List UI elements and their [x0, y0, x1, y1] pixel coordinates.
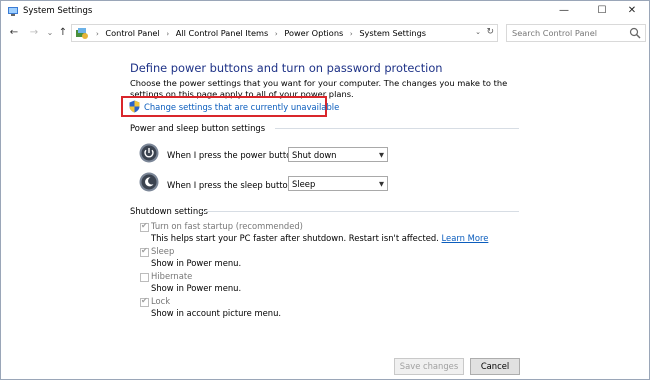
- sleep-button-label: When I press the sleep button:: [167, 180, 296, 190]
- window-title: System Settings: [23, 6, 93, 16]
- address-bar[interactable]: › Control Panel › All Control Panel Item…: [71, 24, 498, 42]
- hibernate-option-title: Hibernate: [151, 271, 193, 281]
- system-settings-window: System Settings — ☐ ✕ ← → ⌄ ↑ › Control …: [0, 0, 650, 380]
- search-placeholder: Search Control Panel: [512, 28, 598, 38]
- fast-startup-description: This helps start your PC faster after sh…: [151, 233, 488, 243]
- control-panel-app-icon: [8, 7, 18, 16]
- search-box[interactable]: Search Control Panel: [506, 24, 646, 42]
- checkmark-icon: ✔: [141, 221, 148, 230]
- save-changes-button[interactable]: Save changes: [394, 358, 464, 375]
- back-arrow-icon[interactable]: ←: [7, 25, 21, 41]
- lock-option-description: Show in account picture menu.: [151, 308, 282, 318]
- fast-startup-desc-text: This helps start your PC faster after sh…: [151, 233, 442, 243]
- sleep-button-select[interactable]: Sleep ▼: [288, 176, 388, 191]
- shutdown-section-title: Shutdown settings: [130, 206, 208, 216]
- maximize-button[interactable]: ☐: [585, 1, 619, 21]
- breadcrumb-all-items[interactable]: All Control Panel Items: [176, 28, 269, 38]
- power-button-icon: [139, 143, 159, 163]
- fast-startup-title: Turn on fast startup (recommended): [151, 221, 303, 231]
- address-dropdown-chevron-icon[interactable]: ⌄: [475, 28, 481, 36]
- breadcrumb-separator[interactable]: ›: [166, 30, 169, 38]
- breadcrumb-system-settings[interactable]: System Settings: [359, 28, 426, 38]
- checkmark-icon: ✔: [141, 246, 148, 255]
- hibernate-checkbox[interactable]: [140, 273, 149, 282]
- sleep-option-title: Sleep: [151, 246, 175, 256]
- breadcrumb: › Control Panel › All Control Panel Item…: [92, 28, 426, 38]
- power-button-select[interactable]: Shut down ▼: [288, 147, 388, 162]
- change-settings-link[interactable]: Change settings that are currently unava…: [144, 102, 339, 112]
- forward-arrow-icon[interactable]: →: [27, 25, 41, 41]
- breadcrumb-separator[interactable]: ›: [275, 30, 278, 38]
- refresh-icon[interactable]: ↻: [486, 27, 494, 37]
- lock-option-title: Lock: [151, 296, 171, 306]
- sleep-button-icon: [139, 172, 159, 192]
- title-bar: System Settings — ☐ ✕: [1, 1, 649, 21]
- control-panel-icon: [76, 28, 88, 39]
- breadcrumb-control-panel[interactable]: Control Panel: [105, 28, 159, 38]
- close-button[interactable]: ✕: [615, 1, 649, 21]
- fast-startup-checkbox[interactable]: ✔: [140, 221, 149, 232]
- chevron-down-icon: ▼: [379, 151, 384, 159]
- up-arrow-icon[interactable]: ↑: [56, 25, 70, 41]
- uac-shield-icon: [129, 100, 140, 113]
- breadcrumb-separator[interactable]: ›: [350, 30, 353, 38]
- navigation-bar: ← → ⌄ ↑ › Control Panel › All Control Pa…: [1, 22, 649, 44]
- cancel-button[interactable]: Cancel: [470, 358, 520, 375]
- hibernate-option-description: Show in Power menu.: [151, 283, 242, 293]
- minimize-button[interactable]: —: [547, 1, 581, 21]
- search-icon[interactable]: [629, 27, 641, 39]
- learn-more-link[interactable]: Learn More: [442, 233, 489, 243]
- power-button-label: When I press the power button:: [167, 150, 300, 160]
- breadcrumb-separator: ›: [96, 30, 99, 38]
- breadcrumb-power-options[interactable]: Power Options: [284, 28, 343, 38]
- section-divider: [202, 211, 519, 212]
- sleep-checkbox[interactable]: ✔: [140, 246, 149, 257]
- chevron-down-icon: ▼: [379, 180, 384, 188]
- page-title: Define power buttons and turn on passwor…: [130, 61, 443, 75]
- lock-checkbox[interactable]: ✔: [140, 296, 149, 307]
- checkmark-icon: ✔: [141, 296, 148, 305]
- recent-locations-chevron-icon[interactable]: ⌄: [43, 25, 57, 41]
- power-section-title: Power and sleep button settings: [130, 123, 266, 133]
- section-divider: [275, 128, 519, 129]
- sleep-button-value: Sleep: [292, 179, 316, 189]
- power-button-value: Shut down: [292, 150, 337, 160]
- sleep-option-description: Show in Power menu.: [151, 258, 242, 268]
